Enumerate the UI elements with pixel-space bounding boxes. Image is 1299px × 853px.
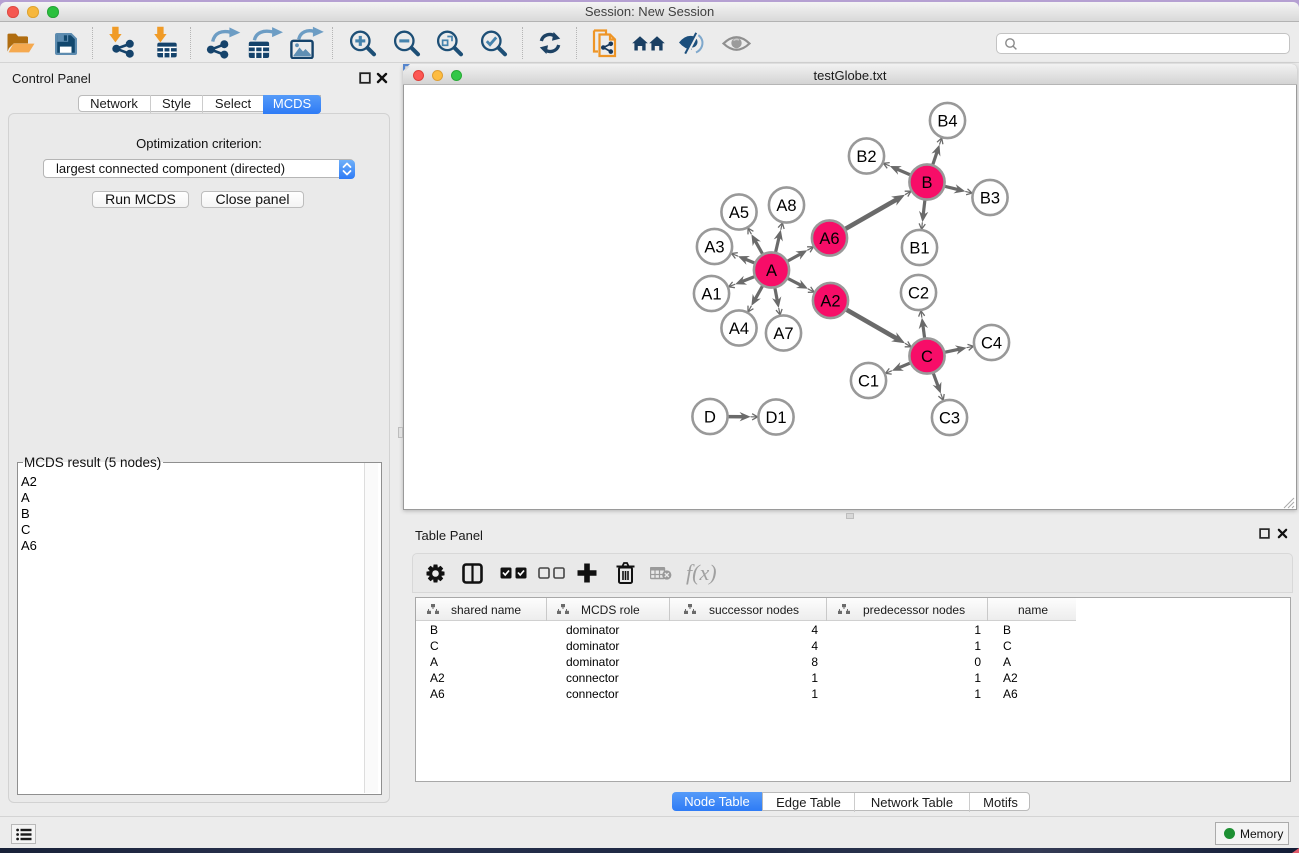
svg-text:B4: B4	[937, 112, 957, 130]
svg-text:A5: A5	[729, 204, 749, 222]
svg-text:C4: C4	[981, 334, 1002, 352]
svg-text:B2: B2	[856, 148, 876, 166]
svg-text:A7: A7	[773, 325, 793, 343]
svg-text:A: A	[766, 262, 777, 280]
svg-text:B1: B1	[909, 239, 929, 257]
svg-text:A3: A3	[704, 238, 724, 256]
svg-text:A1: A1	[701, 285, 721, 303]
svg-text:A8: A8	[776, 197, 796, 215]
svg-text:B3: B3	[980, 189, 1000, 207]
svg-text:C: C	[921, 348, 933, 366]
svg-text:C2: C2	[908, 284, 929, 302]
svg-text:D: D	[704, 408, 716, 426]
svg-text:A4: A4	[729, 320, 749, 338]
svg-text:C3: C3	[939, 409, 960, 427]
svg-text:A2: A2	[820, 292, 840, 310]
svg-text:C1: C1	[858, 372, 879, 390]
svg-text:B: B	[921, 174, 932, 192]
svg-text:A6: A6	[819, 230, 839, 248]
svg-text:D1: D1	[765, 409, 786, 427]
